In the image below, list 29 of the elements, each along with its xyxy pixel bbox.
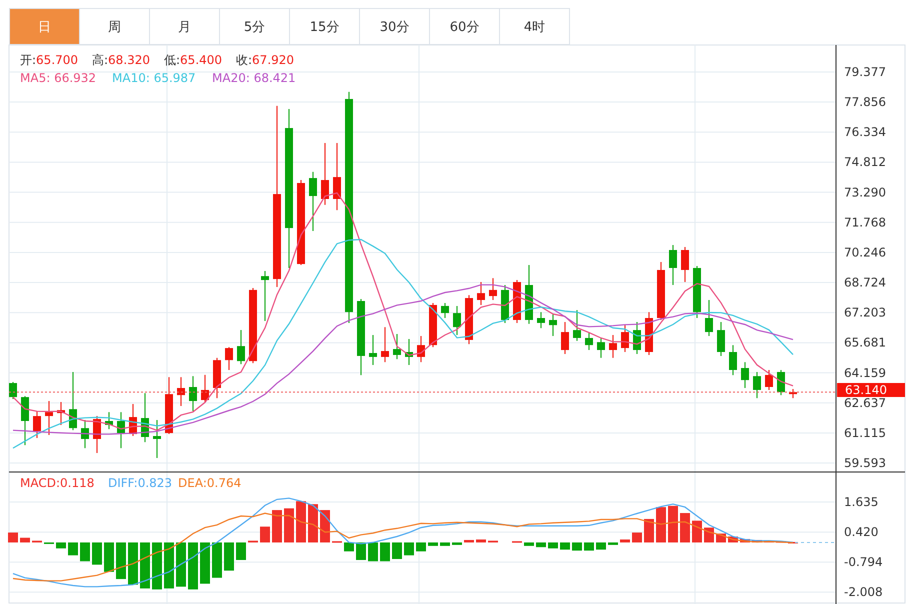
- ohlc-reading: 低:65.400: [164, 53, 222, 67]
- price-axis-label: 77.856: [844, 95, 886, 109]
- price-axis-label: 65.681: [844, 336, 886, 350]
- macd-axis-label: -2.008: [844, 585, 883, 600]
- moving-average-legend: MA5: 66.932: [20, 71, 96, 85]
- price-axis-label: 73.290: [844, 185, 886, 200]
- price-axis-label: 67.203: [844, 306, 886, 320]
- moving-average-legend: MA20: 68.421: [212, 71, 296, 85]
- ohlc-reading: 收:67.920: [236, 53, 294, 67]
- price-axis-label: 62.637: [844, 396, 886, 410]
- current-price-tag: 63.140: [837, 383, 905, 398]
- macd-legend: DIFF:0.823: [108, 476, 172, 490]
- price-axis-label: 61.115: [844, 426, 886, 440]
- price-axis-label: 59.593: [844, 456, 886, 470]
- price-axis-label: 76.334: [844, 125, 886, 140]
- ohlc-reading: 高:68.320: [92, 53, 150, 67]
- price-axis-label: 79.377: [844, 64, 886, 79]
- price-axis-label: 74.812: [844, 155, 886, 170]
- price-axis-label: 70.246: [844, 245, 886, 260]
- ohlc-reading: 开:65.700: [20, 53, 78, 67]
- moving-average-legend: MA10: 65.987: [112, 71, 196, 85]
- price-axis-label: 68.724: [844, 276, 886, 290]
- price-axis-label: 64.159: [844, 366, 886, 380]
- macd-legend: DEA:0.764: [178, 476, 242, 490]
- macd-legend: MACD:0.118: [20, 476, 94, 490]
- price-axis-label: 71.768: [844, 215, 886, 230]
- macd-axis-label: -0.794: [844, 555, 883, 570]
- macd-axis-label: 0.420: [844, 525, 878, 540]
- macd-axis-label: 1.635: [844, 495, 878, 510]
